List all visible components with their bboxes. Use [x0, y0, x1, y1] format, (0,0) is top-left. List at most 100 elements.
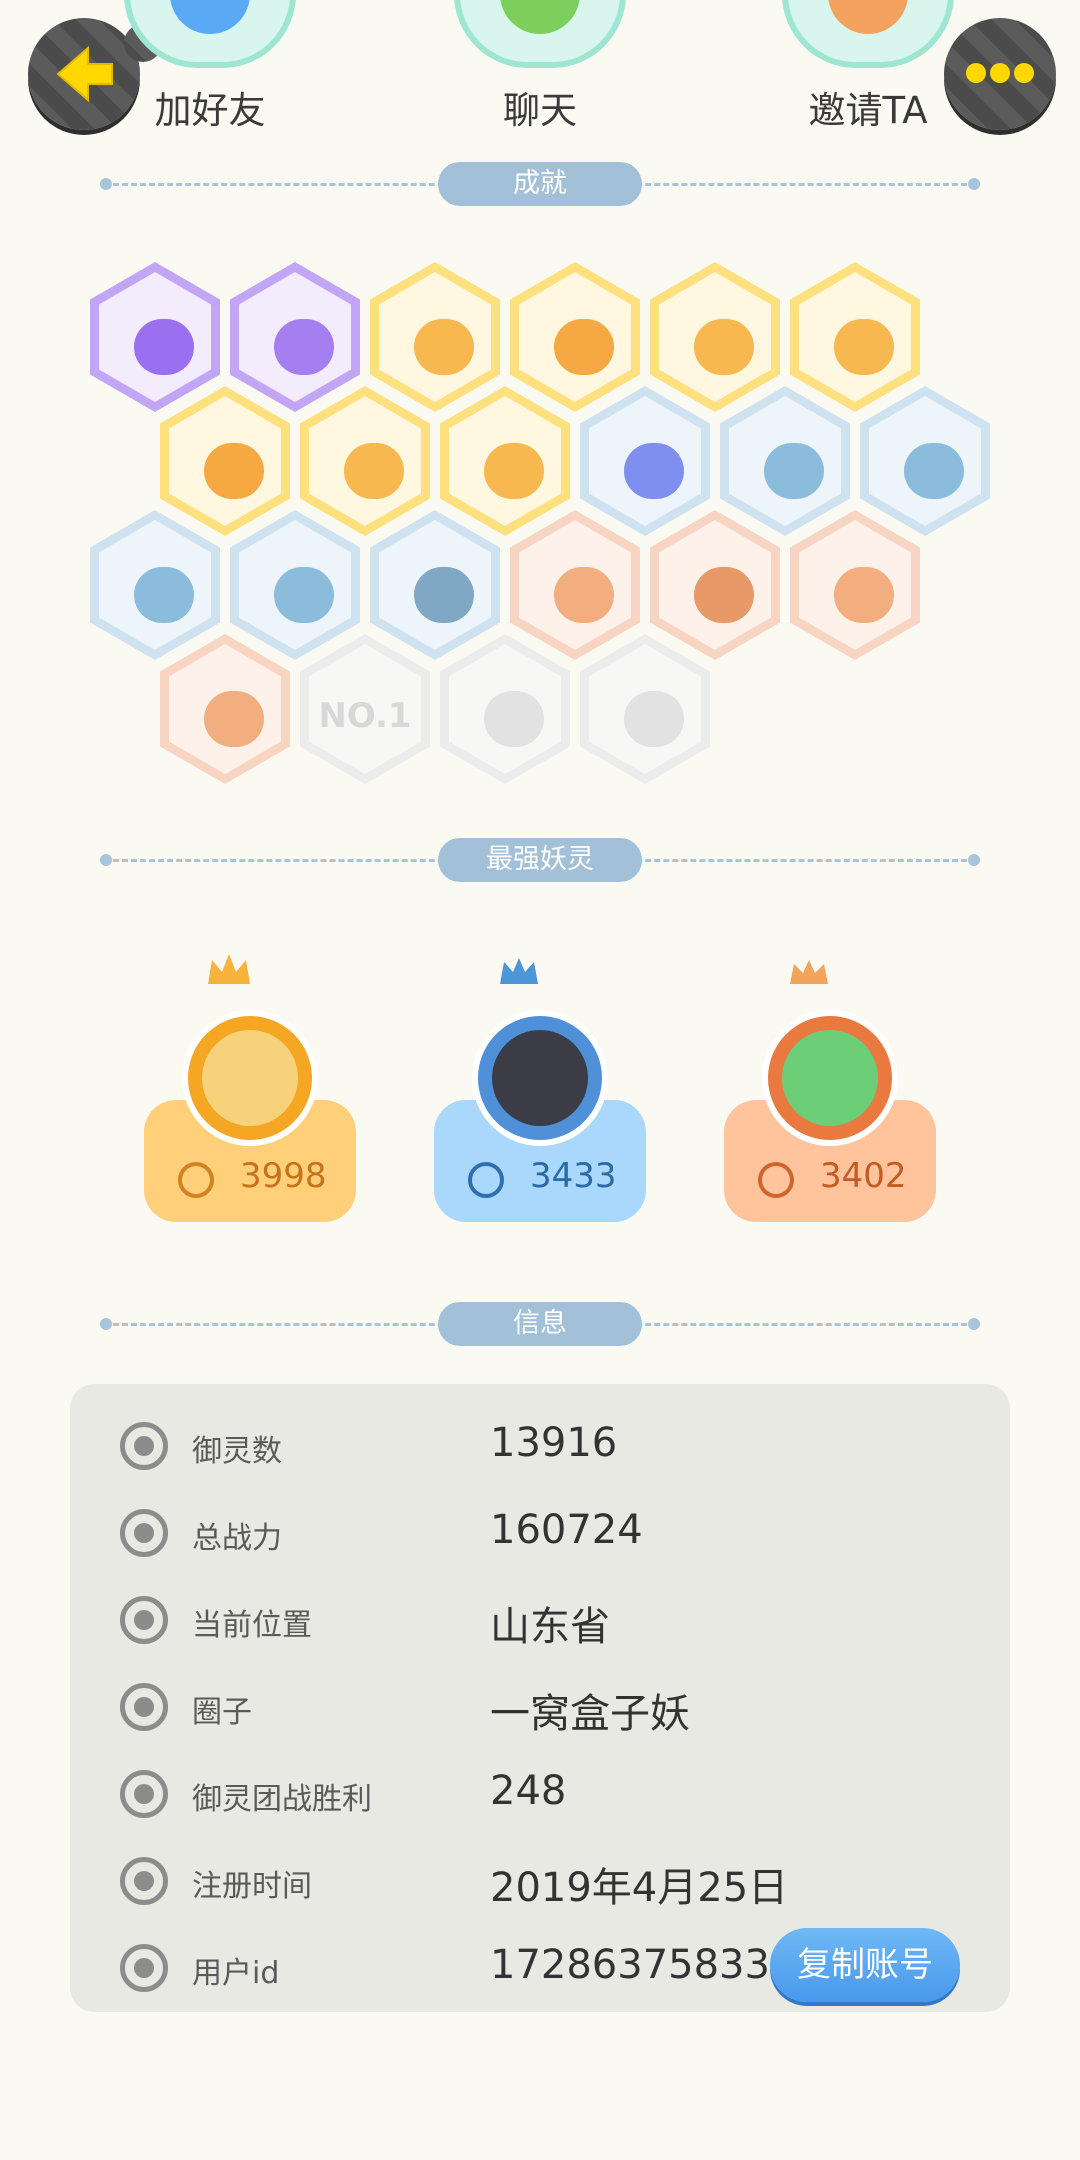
spirit-avatar [472, 1010, 608, 1146]
top-spirit-2[interactable]: 3433 [434, 940, 646, 1310]
achievement-badge-locked[interactable]: NO.1 [300, 634, 430, 784]
chat-icon [454, 0, 626, 68]
achievement-badge[interactable] [90, 262, 220, 412]
clock-icon [120, 1857, 168, 1905]
cat-balloon-icon [904, 443, 964, 499]
scroll-icon [204, 443, 264, 499]
achievement-badge[interactable] [300, 386, 430, 536]
info-row-total-power: 总战力 160724 [70, 1493, 1010, 1573]
monster-icon [764, 443, 824, 499]
spirit-avatar [182, 1010, 318, 1146]
crossed-swords-icon [834, 567, 894, 623]
achievement-badge[interactable] [650, 510, 780, 660]
info-label: 当前位置 [192, 1608, 312, 1643]
location-icon [120, 1596, 168, 1644]
info-value: 17286375833 [490, 1942, 770, 1988]
info-row-location: 当前位置 山东省 [70, 1580, 1010, 1660]
top-spirit-1[interactable]: 3998 [144, 940, 356, 1310]
circle-icon [120, 1683, 168, 1731]
shield-icon [134, 567, 194, 623]
strongest-section-header: 最强妖灵 [100, 838, 980, 882]
info-value: 山东省 [490, 1604, 610, 1650]
achievement-badge[interactable] [510, 262, 640, 412]
achievement-badge[interactable] [510, 510, 640, 660]
info-row-spirit-count: 御灵数 13916 [70, 1406, 1010, 1486]
info-label: 总战力 [192, 1521, 282, 1556]
portal-icon [624, 443, 684, 499]
info-label: 御灵团战胜利 [192, 1782, 372, 1817]
info-value: 2019年4月25日 [490, 1865, 789, 1911]
achievement-badge-locked[interactable] [580, 634, 710, 784]
invite-label: 邀请TA [808, 89, 928, 132]
strongest-title: 最强妖灵 [438, 838, 642, 882]
add-friend-label: 加好友 [154, 89, 266, 132]
achievement-badge[interactable] [650, 262, 780, 412]
achievements-title: 成就 [438, 162, 642, 206]
achievements-section-header: 成就 [100, 162, 980, 206]
yin-yang-icon [274, 319, 334, 375]
top-spirit-3[interactable]: 3402 [724, 940, 936, 1310]
info-label: 圈子 [192, 1695, 252, 1730]
demon-icon [134, 319, 194, 375]
sword-icon [178, 1162, 214, 1198]
achievement-badge-locked[interactable] [440, 634, 570, 784]
invite-icon [782, 0, 954, 68]
achievement-badge[interactable] [160, 386, 290, 536]
spirit-power: 3402 [820, 1156, 907, 1196]
sword-icon [468, 1162, 504, 1198]
bird-icon [344, 443, 404, 499]
achievement-badge[interactable] [370, 510, 500, 660]
achievement-badge[interactable] [370, 262, 500, 412]
achievement-badge[interactable] [230, 510, 360, 660]
team-battle-icon [120, 1770, 168, 1818]
blue-crown-icon [500, 958, 538, 984]
info-label: 注册时间 [192, 1869, 312, 1904]
achievement-badge[interactable] [860, 386, 990, 536]
info-row-team-battle: 御灵团战胜利 248 [70, 1754, 1010, 1834]
gold-crown-icon [208, 954, 250, 984]
no1-badge-text: NO.1 [318, 696, 412, 736]
achievement-badge[interactable] [790, 510, 920, 660]
achievement-badge[interactable] [230, 262, 360, 412]
achievement-badge[interactable] [720, 386, 850, 536]
info-label: 御灵数 [192, 1434, 282, 1469]
belt-icon [694, 567, 754, 623]
achievement-badge[interactable] [790, 262, 920, 412]
power-icon [120, 1509, 168, 1557]
spirit-avatar [762, 1010, 898, 1146]
info-row-user-id: 用户id 17286375833 复制账号 [70, 1928, 1010, 2008]
cat-list-icon [624, 691, 684, 747]
angry-face-icon [204, 691, 264, 747]
achievement-badge[interactable] [160, 634, 290, 784]
info-value: 160724 [490, 1507, 643, 1553]
bronze-crown-icon [790, 960, 828, 984]
add-friend-icon [124, 0, 296, 68]
info-value: 13916 [490, 1420, 618, 1466]
achievement-badge[interactable] [440, 386, 570, 536]
helmet-icon [694, 319, 754, 375]
achievement-badge[interactable] [580, 386, 710, 536]
info-row-circle[interactable]: 圈子 一窝盒子妖 [70, 1667, 1010, 1747]
spirit-power: 3433 [530, 1156, 617, 1196]
info-section-header: 信息 [100, 1302, 980, 1346]
book-fox-icon [414, 567, 474, 623]
add-friend-button[interactable]: 加好友 [100, 0, 320, 134]
moon-sun-icon [554, 319, 614, 375]
invite-button[interactable]: 邀请TA [758, 0, 978, 134]
chat-button[interactable]: 聊天 [430, 0, 650, 134]
achievement-badge[interactable] [90, 510, 220, 660]
shoe-icon [414, 319, 474, 375]
info-title: 信息 [438, 1302, 642, 1346]
copy-account-button[interactable]: 复制账号 [770, 1928, 960, 2002]
couple-icon [484, 691, 544, 747]
sword-icon [758, 1162, 794, 1198]
info-label: 用户id [192, 1956, 280, 1991]
horned-spirit-icon [274, 567, 334, 623]
creature-icon [484, 443, 544, 499]
spirit-count-icon [120, 1422, 168, 1470]
spirit-power: 3998 [240, 1156, 327, 1196]
info-panel: 御灵数 13916 总战力 160724 当前位置 山东省 圈子 一窝盒子妖 御… [70, 1384, 1010, 2012]
info-value: 248 [490, 1768, 567, 1814]
id-card-icon [120, 1944, 168, 1992]
info-value: 一窝盒子妖 [490, 1691, 690, 1737]
